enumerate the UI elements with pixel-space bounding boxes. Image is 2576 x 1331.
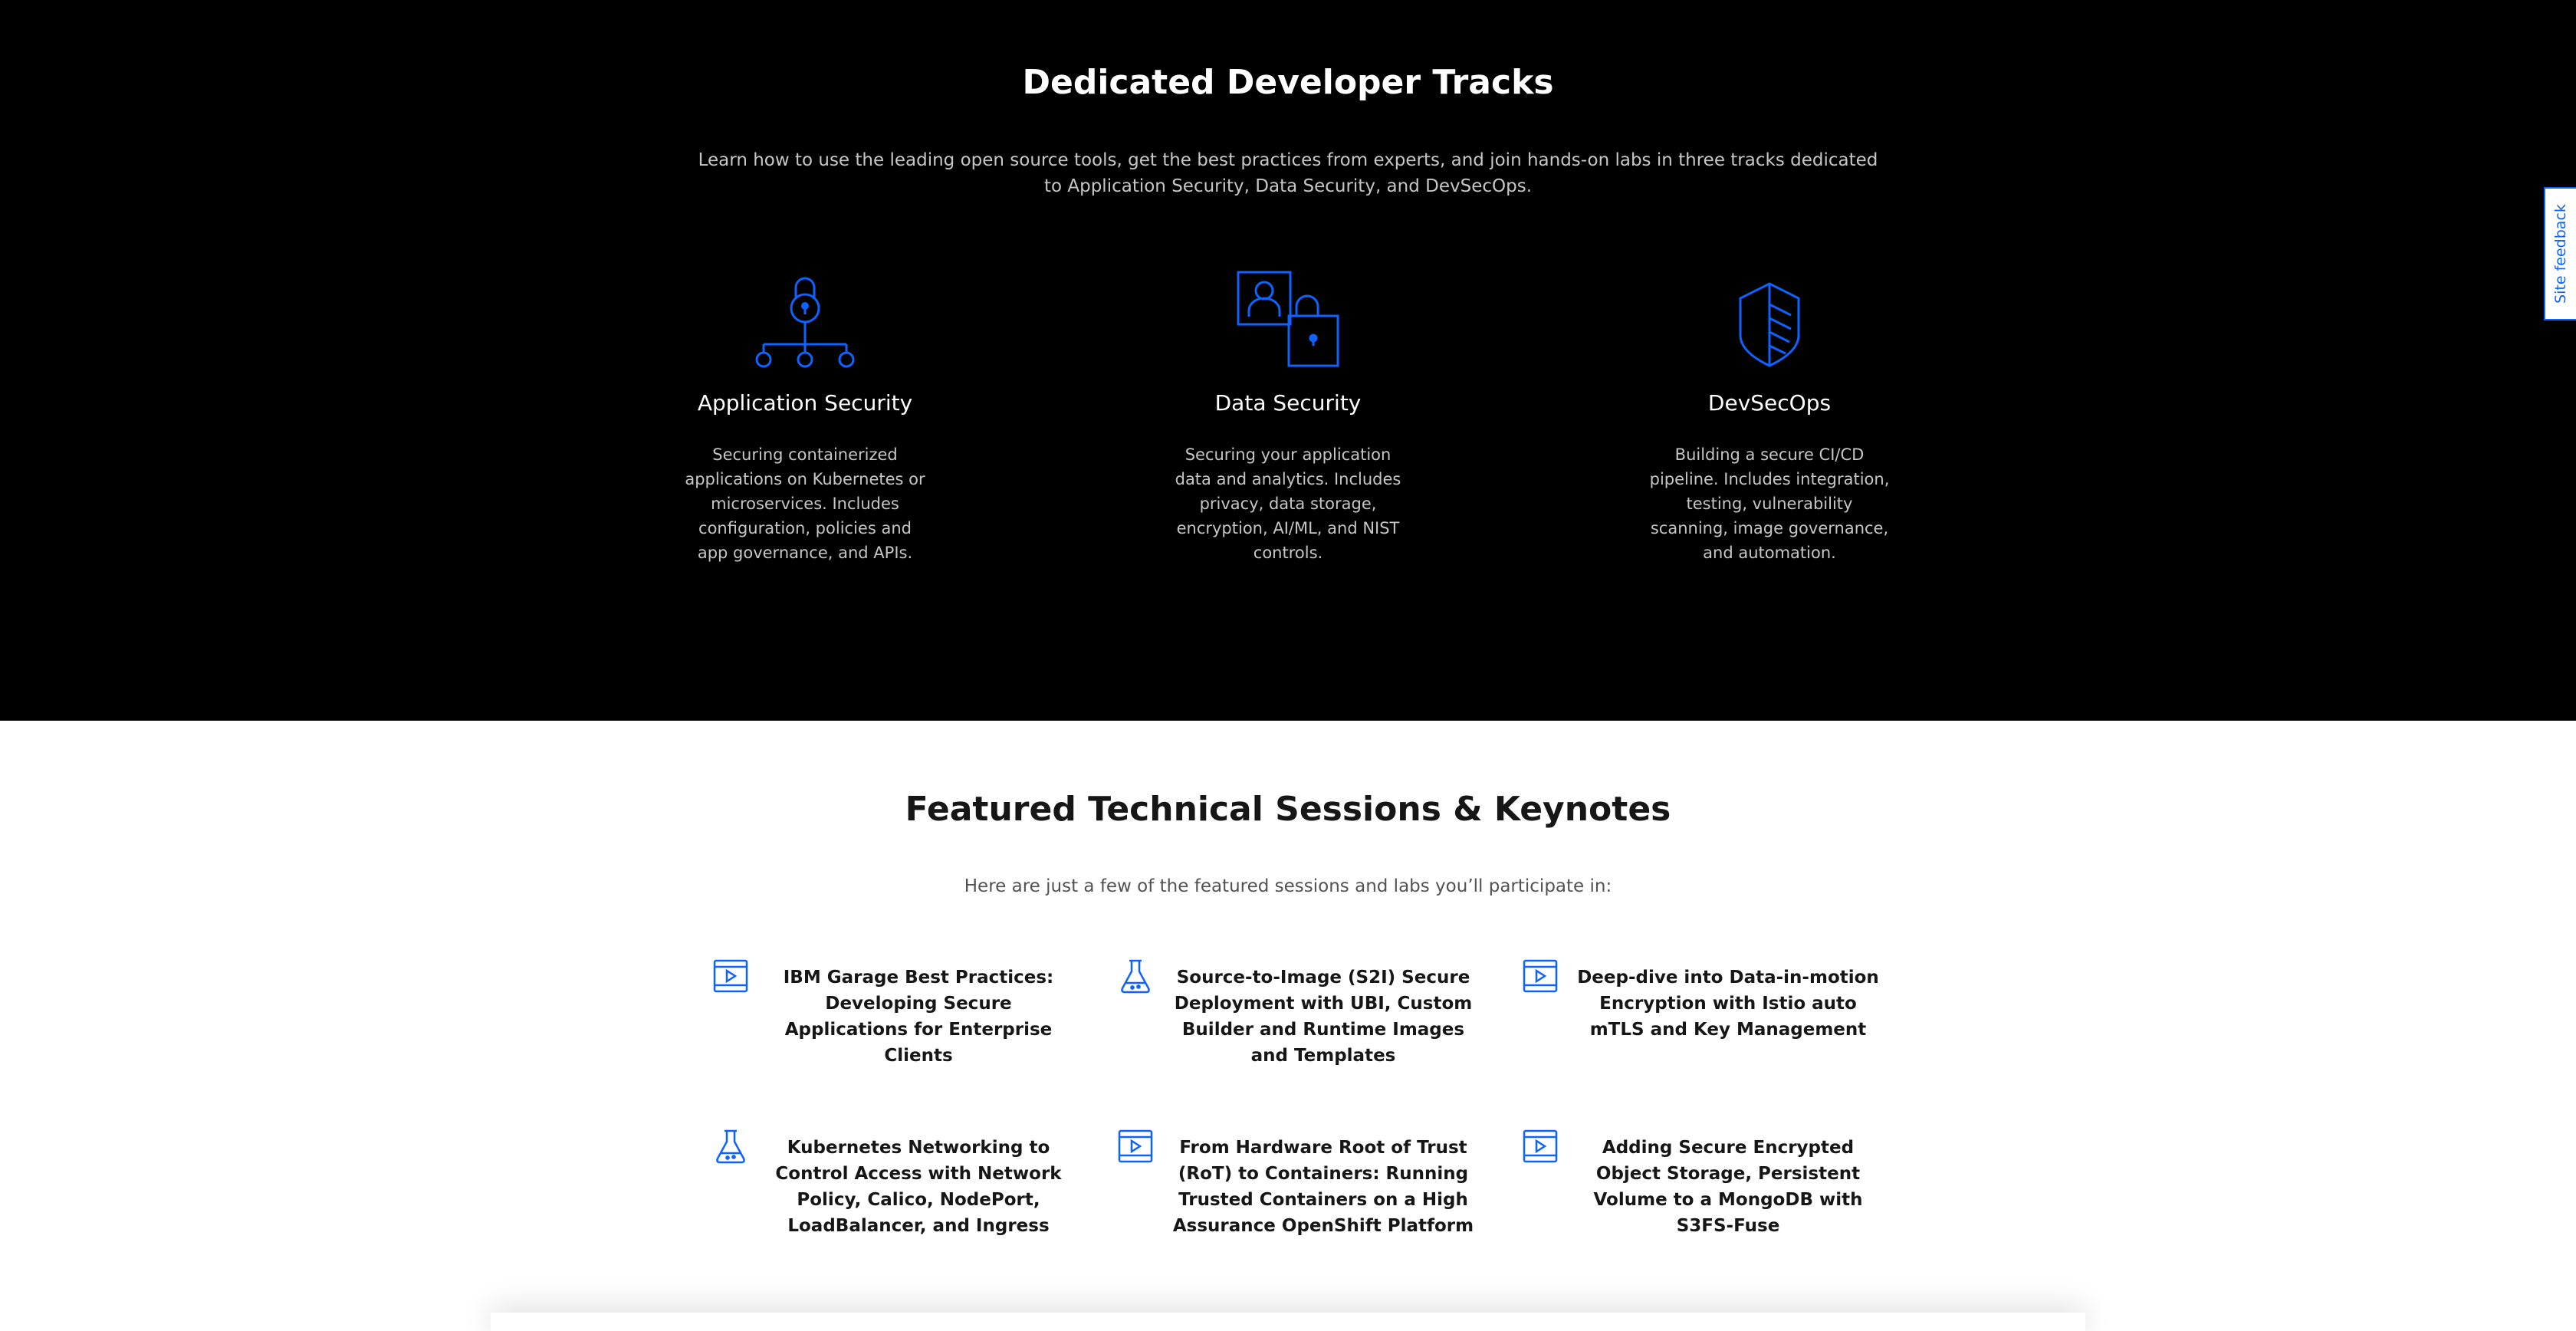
track-title: DevSecOps [1707, 390, 1832, 416]
sessions-title: Featured Technical Sessions & Keynotes [905, 790, 1671, 829]
track-data-security: Data Security Securing your application … [1127, 265, 1449, 565]
track-description: Building a secure CI/CD pipeline. Includ… [1649, 445, 1890, 562]
track-title: Data Security [1214, 390, 1362, 416]
tracks-title: Dedicated Developer Tracks [1022, 63, 1554, 102]
session-title: IBM Garage Best Practices: Developing Se… [783, 968, 1054, 1066]
session-item[interactable]: IBM Garage Best Practices: Developing Se… [711, 957, 1110, 1110]
tracks-intro: Learn how to use the leading open source… [698, 150, 1878, 196]
lock-network-icon [755, 277, 855, 368]
video-icon [1523, 1129, 1558, 1163]
site-feedback-label: Site feedback [2552, 204, 2569, 304]
next-section-card-edge [491, 1313, 2085, 1331]
video-icon [713, 959, 748, 993]
sessions-intro: Here are just a few of the featured sess… [964, 876, 1612, 896]
session-title: Source-to-Image (S2I) Secure Deployment … [1174, 968, 1473, 1066]
session-item[interactable]: Source-to-Image (S2I) Secure Deployment … [1116, 957, 1515, 1110]
session-title: From Hardware Root of Trust (RoT) to Con… [1172, 1138, 1474, 1236]
track-description: Securing your application data and analy… [1175, 445, 1401, 562]
developer-tracks-section: Dedicated Developer Tracks Learn how to … [0, 0, 2576, 721]
video-icon [1523, 959, 1558, 993]
flask-icon [716, 1129, 745, 1164]
session-item[interactable]: Deep-dive into Data-in-motion Encryption… [1521, 957, 1920, 1110]
session-title: Deep-dive into Data-in-motion Encryption… [1577, 968, 1879, 1040]
shield-icon [1739, 282, 1800, 367]
video-icon [1118, 1129, 1153, 1163]
track-application-security: Application Security Securing containeri… [644, 265, 966, 565]
session-item[interactable]: Adding Secure Encrypted Object Storage, … [1521, 1127, 1920, 1280]
session-title: Adding Secure Encrypted Object Storage, … [1593, 1138, 1863, 1236]
track-devsecops: DevSecOps Building a secure CI/CD pipeli… [1608, 265, 1930, 565]
track-description: Securing containerized applications on K… [685, 445, 925, 562]
session-item[interactable]: Kubernetes Networking to Control Access … [711, 1127, 1110, 1280]
track-title: Application Security [697, 390, 913, 416]
session-title: Kubernetes Networking to Control Access … [775, 1138, 1062, 1236]
user-lock-icon [1237, 271, 1339, 367]
site-feedback-tab[interactable]: Site feedback [2544, 187, 2576, 320]
session-item[interactable]: From Hardware Root of Trust (RoT) to Con… [1116, 1127, 1515, 1280]
flask-icon [1121, 959, 1150, 994]
